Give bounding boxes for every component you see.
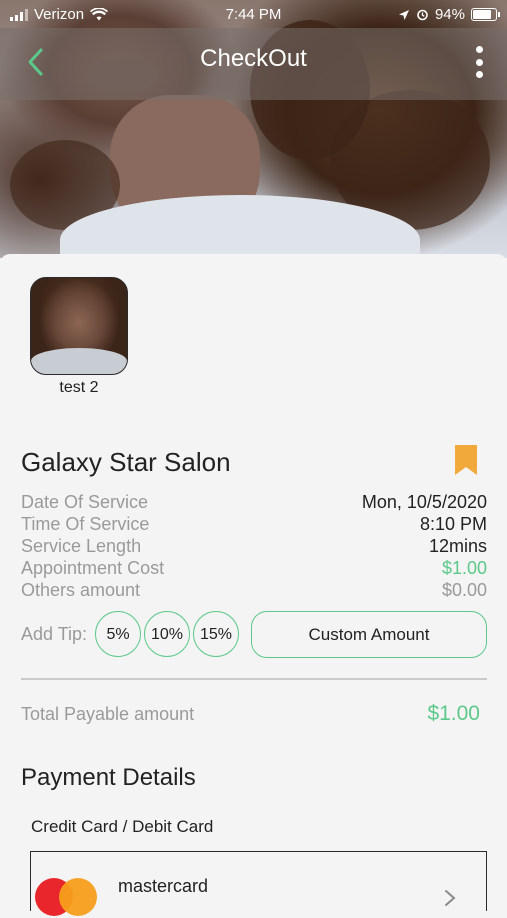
tip-selector: Add Tip: 5% 10% 15% Custom Amount [21, 611, 487, 659]
detail-label: Others amount [21, 580, 141, 600]
payment-card-row[interactable]: mastercard [30, 851, 487, 916]
tip-10-button[interactable]: 10% [144, 611, 190, 657]
detail-value: Mon, 10/5/2020 [361, 492, 487, 512]
chevron-right-icon [445, 890, 456, 906]
tip-5-button[interactable]: 5% [95, 611, 141, 657]
custom-amount-button[interactable]: Custom Amount [251, 611, 487, 658]
location-arrow-icon [398, 9, 409, 20]
service-details: Date Of Service Mon, 10/5/2020 Time Of Se… [21, 491, 487, 601]
card-name: mastercard [118, 876, 209, 896]
detail-value: $1.00 [441, 558, 487, 578]
detail-value: 12mins [428, 536, 487, 556]
nav-bar: CheckOut [0, 28, 507, 100]
stylist-avatar [30, 277, 128, 375]
detail-row: Service Length 12mins [21, 535, 487, 557]
bookmark-icon[interactable] [453, 444, 479, 476]
detail-value: $0.00 [441, 580, 487, 600]
divider [21, 678, 487, 680]
detail-row: Others amount $0.00 [21, 579, 487, 601]
total-label: Total Payable amount [21, 704, 195, 724]
status-bar: Verizon 7:44 PM 94% [0, 0, 507, 28]
more-vertical-icon[interactable] [469, 42, 489, 82]
alarm-icon [417, 9, 428, 21]
salon-name: Galaxy Star Salon [21, 447, 231, 477]
detail-label: Service Length [21, 536, 142, 556]
detail-row: Date Of Service Mon, 10/5/2020 [21, 491, 487, 513]
tip-label: Add Tip: [21, 624, 88, 644]
mastercard-logo-icon [35, 878, 99, 918]
payment-details-title: Payment Details [21, 764, 196, 791]
stylist-card[interactable]: test 2 [30, 277, 128, 397]
detail-row: Appointment Cost $1.00 [21, 557, 487, 579]
stylist-name: test 2 [59, 379, 99, 396]
detail-value: 8:10 PM [419, 514, 487, 534]
page-title: CheckOut [200, 45, 307, 72]
detail-label: Time Of Service [21, 514, 150, 534]
card-type-label: Credit Card / Debit Card [31, 817, 214, 836]
detail-label: Date Of Service [21, 492, 149, 512]
battery-icon [471, 8, 500, 21]
battery-percent: 94% [434, 6, 465, 23]
tip-15-button[interactable]: 15% [193, 611, 239, 657]
detail-row: Time Of Service 8:10 PM [21, 513, 487, 535]
total-value: $1.00 [427, 702, 480, 725]
detail-label: Appointment Cost [21, 558, 165, 578]
